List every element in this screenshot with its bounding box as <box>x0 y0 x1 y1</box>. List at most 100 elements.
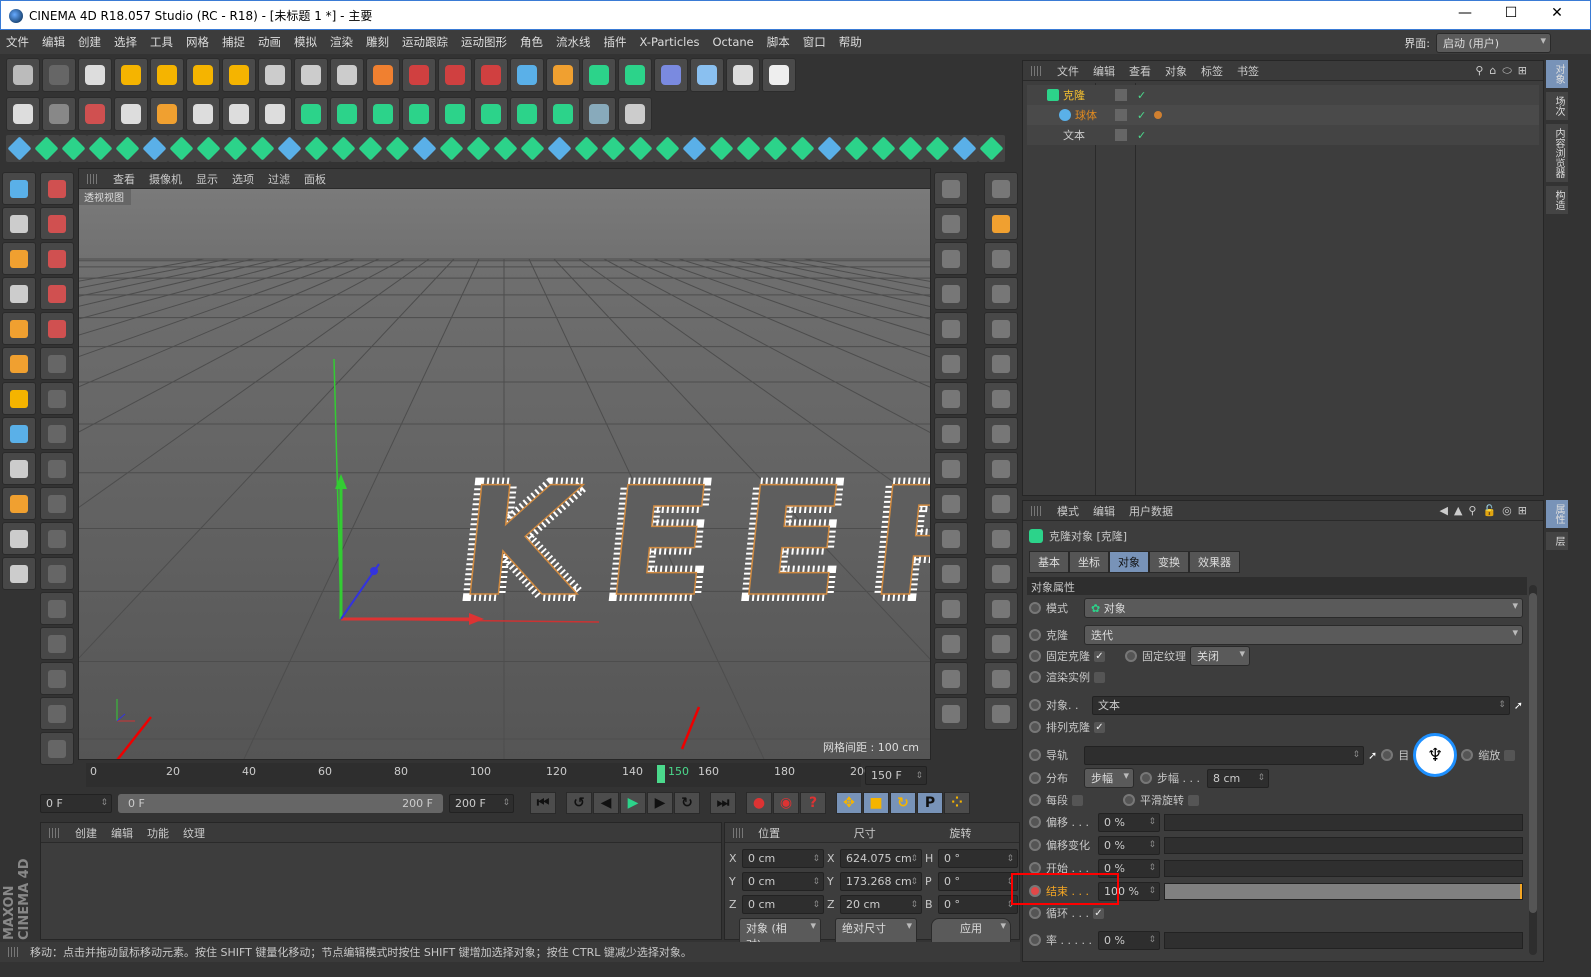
voronoi-button[interactable] <box>366 97 400 131</box>
object-row[interactable]: 文本 ✓ <box>1027 125 1539 145</box>
menu-item[interactable]: 动画 <box>258 34 281 50</box>
pick-icon[interactable]: ➚ <box>1368 749 1377 762</box>
side-tab[interactable]: 构造 <box>1546 186 1568 214</box>
plugin-button[interactable] <box>654 135 681 162</box>
plugin-button[interactable] <box>330 135 357 162</box>
tool-button[interactable] <box>40 662 74 695</box>
object-tool-button[interactable] <box>984 697 1018 730</box>
menu-item[interactable]: 创建 <box>78 34 101 50</box>
attribute-menu-item[interactable]: 用户数据 <box>1129 503 1173 519</box>
plugin-button[interactable] <box>87 135 114 162</box>
motext-button[interactable] <box>474 97 508 131</box>
floor-button[interactable] <box>690 58 724 92</box>
layout-dropdown[interactable]: 启动 (用户) <box>1436 33 1551 53</box>
plugin-button[interactable] <box>114 135 141 162</box>
material-menu-item[interactable]: 纹理 <box>183 825 205 841</box>
mode-button[interactable] <box>2 557 36 590</box>
plugin-button[interactable] <box>735 135 762 162</box>
arrange-checkbox[interactable]: ✓ <box>1094 721 1105 733</box>
y-axis-button[interactable] <box>294 58 328 92</box>
menu-item[interactable]: 选择 <box>114 34 137 50</box>
mode-button[interactable] <box>2 242 36 275</box>
menu-item[interactable]: 帮助 <box>839 34 862 50</box>
object-tool-button[interactable] <box>984 277 1018 310</box>
cloner-button[interactable] <box>618 58 652 92</box>
object-link-field[interactable]: 文本 <box>1092 695 1510 715</box>
autokey-icon[interactable]: ◉ <box>773 792 799 814</box>
plugin-button[interactable] <box>816 135 843 162</box>
offset-slider[interactable] <box>1164 813 1523 831</box>
plugin-button[interactable] <box>708 135 735 162</box>
plugin-button[interactable] <box>573 135 600 162</box>
play-icon[interactable]: ▶ <box>620 792 646 814</box>
menu-item[interactable]: 雕刻 <box>366 34 389 50</box>
plugin-button[interactable] <box>33 135 60 162</box>
object-menu-item[interactable]: 编辑 <box>1093 63 1115 79</box>
plugin-button[interactable] <box>789 135 816 162</box>
camera-button[interactable] <box>726 58 760 92</box>
loop-checkbox[interactable]: ✓ <box>1092 907 1104 919</box>
object-tool-button[interactable] <box>984 452 1018 485</box>
offset-variation-slider[interactable] <box>1164 836 1523 854</box>
tool-button[interactable] <box>40 417 74 450</box>
menu-item[interactable]: 捕捉 <box>222 34 245 50</box>
menu-item[interactable]: Octane <box>712 35 753 49</box>
snap-button[interactable] <box>42 97 76 131</box>
mode-button[interactable] <box>2 452 36 485</box>
object-tool-button[interactable] <box>934 697 968 730</box>
timeline-ruler[interactable]: 0 20 40 60 80 100 120 140 160 180 200 150 <box>86 763 871 787</box>
rotation-field[interactable]: 0 ° <box>938 872 1018 891</box>
tab-1[interactable]: 坐标 <box>1069 551 1109 573</box>
spline-effector-button[interactable] <box>546 97 580 131</box>
tool-button[interactable] <box>40 312 74 345</box>
mode-dropdown[interactable]: ✿ 对象 <box>1084 598 1523 618</box>
knife-button[interactable] <box>78 97 112 131</box>
close-button[interactable]: ✕ <box>1542 5 1572 27</box>
plugin-button[interactable] <box>465 135 492 162</box>
key-scale-icon[interactable]: ■ <box>863 792 889 814</box>
plugin-button[interactable] <box>6 135 33 162</box>
plugin-button[interactable] <box>492 135 519 162</box>
record-icon[interactable]: ● <box>746 792 772 814</box>
object-tool-button[interactable] <box>934 662 968 695</box>
plugin-button[interactable] <box>546 135 573 162</box>
attribute-menu-item[interactable]: 编辑 <box>1093 503 1115 519</box>
rate-field[interactable]: 0 % <box>1098 930 1160 950</box>
plugin-button[interactable] <box>924 135 951 162</box>
tool-button[interactable] <box>40 592 74 625</box>
plugin-button[interactable] <box>519 135 546 162</box>
pick-icon[interactable]: ➚ <box>1514 699 1523 712</box>
step-field[interactable]: 8 cm <box>1207 768 1269 788</box>
clone-mode-dropdown[interactable]: 迭代 <box>1084 625 1523 645</box>
object-tool-button[interactable] <box>934 627 968 660</box>
menu-item[interactable]: 编辑 <box>42 34 65 50</box>
smooth-rotation-checkbox[interactable] <box>1188 794 1199 806</box>
viewport-menu-item[interactable]: 面板 <box>304 171 326 187</box>
brush-button[interactable] <box>114 97 148 131</box>
side-tab[interactable]: 对象 <box>1546 60 1568 88</box>
goto-end-icon[interactable]: ⏭ <box>710 792 736 814</box>
subdivision-button[interactable] <box>582 58 616 92</box>
fracture-button[interactable] <box>330 97 364 131</box>
menu-item[interactable]: X-Particles <box>640 35 700 49</box>
coord-button[interactable] <box>366 58 400 92</box>
tab-4[interactable]: 效果器 <box>1189 551 1240 573</box>
attribute-menu-item[interactable]: 模式 <box>1057 503 1079 519</box>
plugin-button[interactable] <box>411 135 438 162</box>
viewport-menu-item[interactable]: 查看 <box>113 171 135 187</box>
mode-button[interactable] <box>2 417 36 450</box>
plugin-button[interactable] <box>168 135 195 162</box>
object-tool-button[interactable] <box>984 382 1018 415</box>
object-tool-button[interactable] <box>984 312 1018 345</box>
enabled-check-icon[interactable]: ✓ <box>1137 109 1146 122</box>
object-menu-item[interactable]: 查看 <box>1129 63 1151 79</box>
move-button[interactable] <box>114 58 148 92</box>
mode-button[interactable] <box>2 207 36 240</box>
object-tool-button[interactable] <box>934 382 968 415</box>
z-axis-button[interactable] <box>330 58 364 92</box>
tool-button[interactable] <box>40 347 74 380</box>
object-tool-button[interactable] <box>934 557 968 590</box>
attribute-scrollbar[interactable] <box>1529 585 1537 955</box>
object-tool-button[interactable] <box>934 522 968 555</box>
mode-button[interactable] <box>2 172 36 205</box>
